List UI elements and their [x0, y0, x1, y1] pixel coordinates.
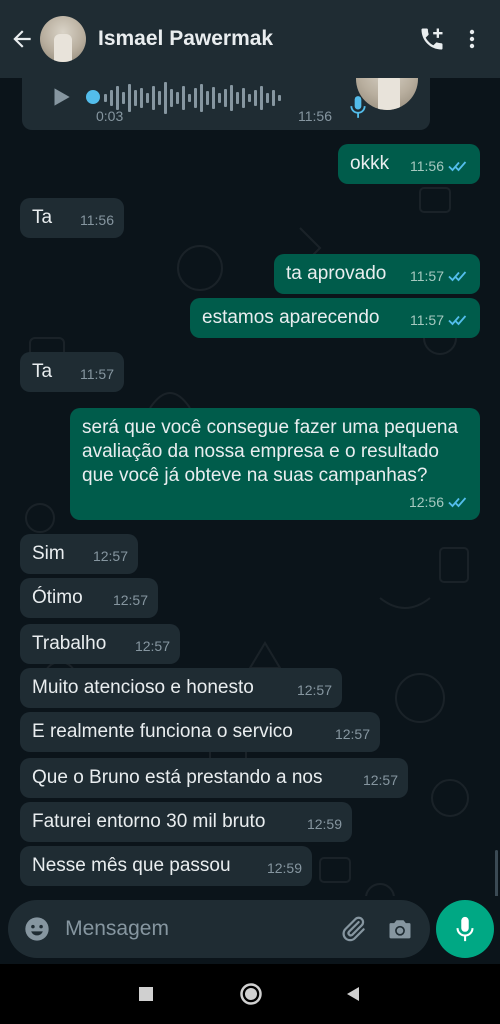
- system-nav-bar: [0, 964, 500, 1024]
- incoming-message[interactable]: E realmente funciona o servico 12:57: [20, 712, 380, 752]
- message-time: 12:57: [134, 638, 170, 654]
- mic-icon: [456, 916, 474, 942]
- home-button[interactable]: [221, 964, 281, 1024]
- incoming-message[interactable]: Nesse mês que passou 12:59: [20, 846, 312, 886]
- chat-header: Ismael Pawermak: [0, 0, 500, 78]
- message-text: Ta: [32, 361, 53, 382]
- incoming-message[interactable]: Ta 11:57: [20, 352, 124, 392]
- message-time: 11:57: [410, 312, 444, 328]
- back-arrow-icon: [13, 30, 31, 48]
- message-time: 12:59: [306, 816, 342, 832]
- chat-area[interactable]: 0:03 11:56 okkk 11:56 Ta 11:56 ta aprovado 11…: [0, 78, 500, 896]
- message-text: okkk: [350, 153, 390, 174]
- audio-timestamp: 11:56: [298, 108, 332, 124]
- message-text: será que você consegue fazer uma pequena…: [82, 417, 459, 486]
- more-options-button[interactable]: [452, 0, 492, 78]
- message-input[interactable]: [65, 917, 337, 941]
- outgoing-message[interactable]: okkk 11:56: [338, 144, 480, 184]
- message-text: estamos aparecendo: [202, 307, 380, 328]
- emoji-button[interactable]: [22, 914, 51, 944]
- message-meta: 12:59: [307, 812, 342, 836]
- message-meta: 12:56: [409, 490, 470, 514]
- incoming-message[interactable]: Faturei entorno 30 mil bruto 12:59: [20, 802, 352, 842]
- message-text: E realmente funciona o servico: [32, 721, 293, 742]
- message-time: 12:56: [408, 494, 444, 510]
- read-ticks-icon: [448, 497, 467, 508]
- more-vert-icon: [469, 29, 475, 49]
- message-meta: 12:57: [335, 722, 370, 746]
- message-time: 12:57: [92, 548, 128, 564]
- audio-progress-thumb[interactable]: [86, 90, 100, 104]
- message-text: Faturei entorno 30 mil bruto: [32, 811, 266, 832]
- message-text: Muito atencioso e honesto: [32, 677, 254, 698]
- message-meta: 11:57: [80, 362, 114, 386]
- message-meta: 12:57: [93, 544, 128, 568]
- triangle-back-icon: [347, 987, 359, 1001]
- composer: [0, 896, 500, 964]
- message-time: 12:57: [112, 592, 148, 608]
- message-meta: 12:57: [363, 768, 398, 792]
- message-time: 11:57: [80, 366, 114, 382]
- circle-icon: [240, 983, 262, 1005]
- read-ticks-icon: [448, 271, 467, 282]
- outgoing-message[interactable]: estamos aparecendo 11:57: [190, 298, 480, 338]
- message-input-box: [8, 900, 430, 958]
- message-meta: 12:57: [113, 588, 148, 612]
- camera-icon: [389, 920, 410, 939]
- read-ticks-icon: [448, 161, 467, 172]
- audio-waveform: [104, 82, 281, 114]
- incoming-message[interactable]: Que o Bruno está prestando a nos 12:57: [20, 758, 408, 798]
- incoming-message[interactable]: Ótimo 12:57: [20, 578, 158, 618]
- audio-message[interactable]: 0:03 11:56: [22, 78, 430, 130]
- message-text: Ótimo: [32, 587, 83, 608]
- message-meta: 12:59: [267, 856, 302, 880]
- message-meta: 11:56: [410, 154, 470, 178]
- add-call-icon: [421, 28, 443, 50]
- outgoing-message[interactable]: ta aprovado 11:57: [274, 254, 480, 294]
- message-time: 12:57: [334, 726, 370, 742]
- incoming-message[interactable]: Trabalho 12:57: [20, 624, 180, 664]
- emoji-icon: [24, 917, 49, 941]
- camera-button[interactable]: [383, 912, 416, 946]
- message-meta: 11:57: [410, 308, 470, 332]
- record-voice-button[interactable]: [436, 900, 494, 958]
- message-time: 11:57: [410, 268, 444, 284]
- attach-button[interactable]: [336, 912, 369, 946]
- read-ticks-icon: [448, 315, 467, 326]
- back-nav-button[interactable]: [323, 964, 383, 1024]
- outgoing-message[interactable]: será que você consegue fazer uma pequena…: [70, 408, 480, 520]
- message-text: Sim: [32, 543, 65, 564]
- message-text: Trabalho: [32, 633, 107, 654]
- message-meta: 11:56: [80, 208, 114, 232]
- message-time: 11:56: [80, 212, 114, 228]
- play-icon[interactable]: [48, 84, 74, 110]
- square-icon: [139, 987, 153, 1001]
- message-meta: 12:57: [297, 678, 332, 702]
- paperclip-icon: [342, 916, 365, 942]
- message-time: 12:57: [296, 682, 332, 698]
- message-time: 12:57: [362, 772, 398, 788]
- message-meta: 12:57: [135, 634, 170, 658]
- recents-button[interactable]: [116, 964, 176, 1024]
- message-time: 11:56: [410, 158, 444, 174]
- incoming-message[interactable]: Muito atencioso e honesto 12:57: [20, 668, 342, 708]
- add-call-button[interactable]: [412, 0, 452, 78]
- message-text: Que o Bruno está prestando a nos: [32, 767, 323, 788]
- scrollbar[interactable]: [495, 850, 498, 896]
- message-text: Nesse mês que passou: [32, 855, 231, 876]
- message-text: Ta: [32, 207, 53, 228]
- message-meta: 11:57: [410, 264, 470, 288]
- incoming-message[interactable]: Ta 11:56: [20, 198, 124, 238]
- back-button[interactable]: [4, 0, 40, 78]
- message-time: 12:59: [266, 860, 302, 876]
- contact-name[interactable]: Ismael Pawermak: [98, 27, 412, 51]
- contact-avatar[interactable]: [40, 16, 86, 62]
- incoming-message[interactable]: Sim 12:57: [20, 534, 138, 574]
- audio-duration: 0:03: [96, 108, 124, 124]
- message-text: ta aprovado: [286, 263, 387, 284]
